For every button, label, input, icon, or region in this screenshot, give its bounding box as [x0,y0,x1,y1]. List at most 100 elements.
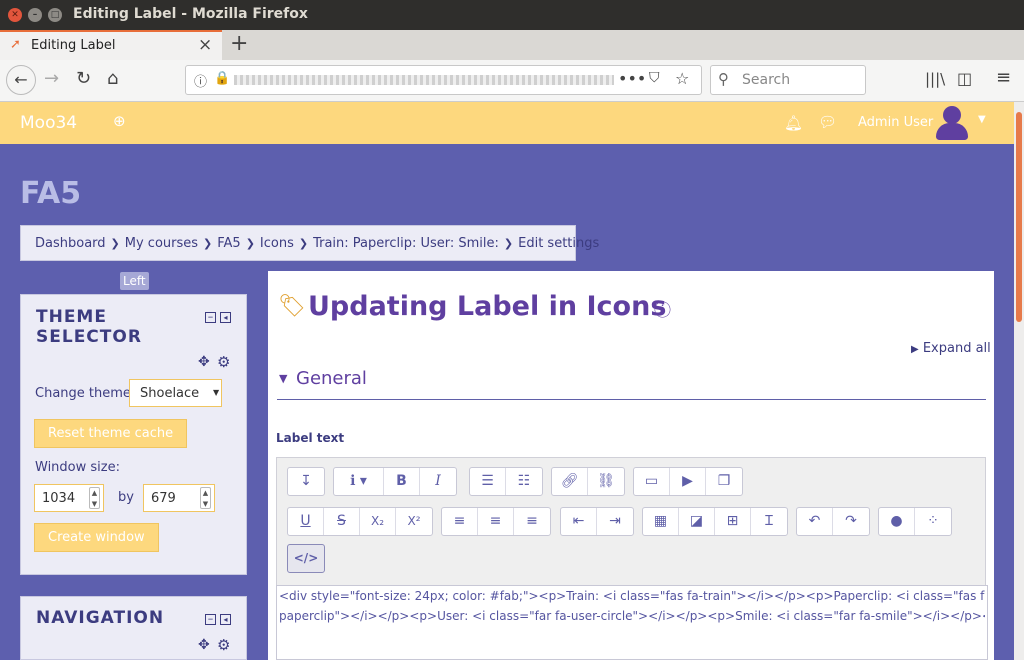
indent-icon[interactable]: ⇥ [597,508,633,535]
toolbar-group-files: ▭ ▶ ❐ [633,467,743,496]
toolbar-group-history: ↶ ↷ [796,507,870,536]
paragraph-styles-icon[interactable]: ℹ ▾ [334,468,384,495]
clear-formatting-icon[interactable]: Ɪ [751,508,787,535]
url-text[interactable] [234,75,614,85]
toolbar-group-style2: U S X₂ X² [287,507,433,536]
toolbar-group-insert: ▦ ◪ ⊞ Ɪ [642,507,788,536]
help-icon[interactable]: ⓘ [654,296,671,321]
toolbar-group-accessibility: ● ⁘ [878,507,952,536]
forward-icon[interactable]: → [44,68,59,89]
scrollbar-thumb[interactable] [1016,112,1022,322]
outdent-icon[interactable]: ⇤ [561,508,597,535]
breadcrumb-section[interactable]: Icons [260,236,294,251]
manage-files-icon[interactable]: ❐ [706,468,742,495]
label-text-editor[interactable]: <div style="font-size: 24px; color: #fab… [276,585,988,660]
move-block-icon[interactable]: ✥ [198,354,210,370]
image-icon[interactable]: ▭ [634,468,670,495]
site-name[interactable]: Moo34 [20,113,77,133]
editor-line-2: paperclip"></i></p><p>User: <i class="fa… [279,609,985,623]
window-height-input[interactable]: 679 ▲ ▼ [143,484,215,512]
subscript-icon[interactable]: X₂ [360,508,396,535]
media-icon[interactable]: ▶ [670,468,706,495]
bold-icon[interactable]: B [384,468,420,495]
course-title: FA5 [20,176,82,211]
ordered-list-icon[interactable]: ☷ [506,468,542,495]
chevron-right-icon: ❯ [110,237,120,250]
move-block-icon[interactable]: ✥ [198,637,210,653]
redo-icon[interactable]: ↷ [833,508,869,535]
breadcrumb-edit-settings[interactable]: Edit settings [518,236,599,251]
toolbar-group-html: </> [287,544,325,573]
accessibility-checker-icon[interactable]: ● [879,508,915,535]
info-icon[interactable]: ⓘ [194,71,207,90]
unordered-list-icon[interactable]: ☰ [470,468,506,495]
unlink-icon[interactable]: ⛓ [588,468,624,495]
page-actions-icon[interactable]: ••• [618,69,646,88]
pocket-icon[interactable]: ⛉ [649,70,660,86]
maximize-window-icon[interactable]: □ [48,8,62,22]
html-source-icon[interactable]: </> [288,545,324,572]
italic-icon[interactable]: I [420,468,456,495]
undo-icon[interactable]: ↶ [797,508,833,535]
superscript-icon[interactable]: X² [396,508,432,535]
special-character-icon[interactable]: ◪ [679,508,715,535]
menu-icon[interactable]: ≡ [996,67,1011,88]
reload-icon[interactable]: ↻ [76,68,91,89]
messages-icon[interactable]: 💬︎ [818,113,837,131]
collapse-block-icon[interactable]: – [205,311,216,323]
show-more-buttons-icon[interactable]: ↧ [288,468,324,495]
new-tab-icon[interactable]: + [230,31,248,56]
height-stepper[interactable]: ▲ ▼ [200,487,211,509]
tab-close-icon[interactable]: × [198,35,212,55]
breadcrumb-course[interactable]: FA5 [217,236,240,251]
underline-icon[interactable]: U [288,508,324,535]
tab-editing-label[interactable]: ➚ Editing Label × [0,30,222,60]
dock-block-icon[interactable]: ◂ [220,312,231,323]
window-title: Editing Label - Mozilla Firefox [73,6,308,22]
breadcrumb-my-courses[interactable]: My courses [125,236,198,251]
minimize-window-icon[interactable]: – [28,8,42,22]
url-bar[interactable]: ⓘ 🔒 ••• ⛉ ☆ [185,65,702,95]
chevron-right-icon: ❯ [245,237,255,250]
search-input[interactable]: Search [742,72,790,88]
gear-icon[interactable]: ⚙ [217,636,230,654]
breadcrumb-label[interactable]: Train: Paperclip: User: Smile: [313,236,499,251]
expand-all-link[interactable]: ▶ Expand all [911,341,991,356]
align-left-icon[interactable]: ≡ [442,508,478,535]
collapse-block-icon[interactable]: – [205,613,216,625]
create-window-button[interactable]: Create window [34,523,159,552]
width-stepper[interactable]: ▲ ▼ [89,487,100,509]
dock-block-icon[interactable]: ◂ [220,614,231,625]
sidebar-icon[interactable]: ◫ [957,69,972,88]
toolbar-group-indent: ⇤ ⇥ [560,507,634,536]
back-icon[interactable]: ← [6,65,36,95]
screenreader-helper-icon[interactable]: ⁘ [915,508,951,535]
download-icon[interactable]: ⊕ [113,112,126,130]
avatar[interactable] [934,106,970,142]
window-width-input[interactable]: 1034 ▲ ▼ [34,484,104,512]
align-center-icon[interactable]: ≡ [478,508,514,535]
close-window-icon[interactable]: ✕ [8,8,22,22]
equation-icon[interactable]: ▦ [643,508,679,535]
theme-select[interactable]: Shoelace ▼ [129,379,222,407]
user-name[interactable]: Admin User [858,115,933,130]
theme-selector-title: THEME SELECTOR [36,307,142,347]
section-general-header[interactable]: ▼ General [277,366,986,400]
align-right-icon[interactable]: ≡ [514,508,550,535]
notification-bell-icon[interactable]: 🔔︎ [784,114,803,132]
gear-icon[interactable]: ⚙ [217,353,230,371]
search-bar[interactable]: ⚲ Search [710,65,866,95]
user-menu-chevron-down-icon[interactable]: ▼ [978,114,986,125]
link-icon[interactable]: 🔗︎ [552,468,588,495]
reset-theme-cache-button[interactable]: Reset theme cache [34,419,188,448]
bookmark-star-icon[interactable]: ☆ [675,69,689,88]
insecure-lock-icon[interactable]: 🔒 [214,71,230,86]
library-icon[interactable]: |||\ [925,70,945,88]
moodle-navbar: Moo34 ⊕ 🔔︎ 💬︎ Admin User ▼ [0,102,1014,144]
breadcrumb-dashboard[interactable]: Dashboard [35,236,106,251]
breadcrumb: Dashboard ❯ My courses ❯ FA5 ❯ Icons ❯ Train: Pa… [20,225,599,261]
home-icon[interactable]: ⌂ [107,68,118,89]
table-icon[interactable]: ⊞ [715,508,751,535]
strikethrough-icon[interactable]: S [324,508,360,535]
page-scrollbar[interactable] [1014,102,1024,660]
